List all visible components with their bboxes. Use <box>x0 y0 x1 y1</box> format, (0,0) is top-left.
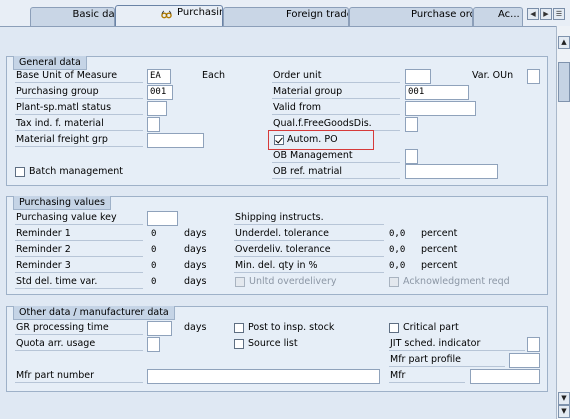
base-uom-label: Base Unit of Measure <box>15 69 143 83</box>
quota-arr-usage-input[interactable] <box>147 337 160 352</box>
valid-from-label: Valid from <box>272 101 400 115</box>
underdel-tolerance-value: 0,0 <box>389 229 406 239</box>
valid-from-input[interactable] <box>405 101 476 116</box>
source-list-label: Source list <box>248 338 298 349</box>
var-oun-input[interactable] <box>527 69 540 84</box>
material-group-input[interactable]: 001 <box>405 85 469 100</box>
scroll-end-button[interactable]: ▼ <box>558 405 570 418</box>
min-del-qty-label: Min. del. qty in % <box>234 259 384 273</box>
percent-unit: percent <box>421 260 458 271</box>
reminder-1-value: 0 <box>151 229 157 239</box>
reminder-3-label: Reminder 3 <box>15 259 143 273</box>
tab-purchasing[interactable]: Purchasing <box>115 5 223 26</box>
mfr-label: Mfr <box>389 369 465 383</box>
tax-ind-label: Tax ind. f. material <box>15 117 143 131</box>
gr-processing-time-label: GR processing time <box>15 321 143 335</box>
section-title: Purchasing values <box>13 196 111 210</box>
critical-part-checkbox[interactable] <box>389 323 399 333</box>
freight-grp-label: Material freight grp <box>15 133 143 147</box>
post-to-insp-stock-checkbox[interactable] <box>234 323 244 333</box>
batch-management-checkbox[interactable] <box>15 167 25 177</box>
scroll-up-button[interactable]: ▲ <box>558 36 570 49</box>
source-list-checkbox[interactable] <box>234 339 244 349</box>
qual-free-goods-input[interactable] <box>405 117 418 132</box>
purchasing-value-key-input[interactable] <box>147 211 178 226</box>
section-title: General data <box>13 56 87 70</box>
autom-po-label: Autom. PO <box>287 134 338 145</box>
mfr-part-number-input[interactable] <box>147 369 380 384</box>
section-title: Other data / manufacturer data <box>13 306 175 320</box>
material-group-label: Material group <box>272 85 400 99</box>
underdel-tolerance-label: Underdel. tolerance <box>234 227 384 241</box>
vertical-scrollbar[interactable]: ▲ ▼ ▼ <box>556 26 570 419</box>
acknowledgment-reqd-label: Acknowledgment reqd <box>403 276 510 287</box>
reminder-1-label: Reminder 1 <box>15 227 143 241</box>
days-unit: days <box>184 260 207 271</box>
tab-purchase-order-text[interactable]: Purchase order text <box>349 7 473 26</box>
tab-list-button[interactable]: ☰ <box>553 8 565 20</box>
tab-foreign-trade-import[interactable]: Foreign trade import <box>223 7 349 26</box>
min-del-qty-value: 0,0 <box>389 261 406 271</box>
reminder-2-label: Reminder 2 <box>15 243 143 257</box>
mfr-part-profile-input[interactable] <box>509 353 540 368</box>
unltd-overdelivery-checkbox[interactable] <box>235 277 245 287</box>
jit-sched-indicator-input[interactable] <box>527 337 540 352</box>
days-unit: days <box>184 322 207 333</box>
tab-more[interactable]: Ac... <box>473 7 523 26</box>
glasses-icon <box>161 10 172 18</box>
ob-ref-input[interactable] <box>405 164 498 179</box>
var-oun-label: Var. OUn <box>472 70 514 81</box>
plant-status-label: Plant-sp.matl status <box>15 101 143 115</box>
shipping-instructs-label: Shipping instructs. <box>234 211 384 225</box>
overdeliv-tolerance-value: 0,0 <box>389 245 406 255</box>
post-to-insp-stock-label: Post to insp. stock <box>248 322 335 333</box>
tab-scroll-right-button[interactable]: ▶ <box>540 8 552 20</box>
purchasing-value-key-label: Purchasing value key <box>15 211 143 225</box>
std-del-time-value: 0 <box>151 277 157 287</box>
ob-management-input[interactable] <box>405 149 418 164</box>
tax-ind-input[interactable] <box>147 117 160 132</box>
order-unit-label: Order unit <box>272 69 400 83</box>
overdeliv-tolerance-label: Overdeliv. tolerance <box>234 243 384 257</box>
base-uom-input[interactable]: EA <box>147 69 171 84</box>
qual-free-goods-label: Qual.f.FreeGoodsDis. <box>272 117 400 131</box>
ob-management-label: OB Management <box>272 149 400 163</box>
quota-arr-usage-label: Quota arr. usage <box>15 337 143 351</box>
base-uom-text: Each <box>202 70 226 81</box>
std-del-time-label: Std del. time var. <box>15 275 143 289</box>
critical-part-label: Critical part <box>403 322 459 333</box>
percent-unit: percent <box>421 228 458 239</box>
mfr-part-number-label: Mfr part number <box>15 369 143 383</box>
days-unit: days <box>184 276 207 287</box>
acknowledgment-reqd-checkbox[interactable] <box>389 277 399 287</box>
order-unit-input[interactable] <box>405 69 431 84</box>
freight-grp-input[interactable] <box>147 133 204 148</box>
scroll-down-button[interactable]: ▼ <box>558 392 570 405</box>
tab-basic-data-2[interactable]: Basic data 2 <box>30 7 115 26</box>
unltd-overdelivery-label: Unltd overdelivery <box>249 276 337 287</box>
mfr-part-profile-label: Mfr part profile <box>389 353 505 367</box>
percent-unit: percent <box>421 244 458 255</box>
ob-ref-label: OB ref. matrial <box>272 165 400 179</box>
batch-management-label: Batch management <box>29 166 123 177</box>
tab-strip: Basic data 2 Purchasing Foreign trade im… <box>0 0 570 26</box>
autom-po-checkbox[interactable] <box>274 135 284 145</box>
days-unit: days <box>184 244 207 255</box>
plant-status-input[interactable] <box>147 101 167 116</box>
gr-processing-time-input[interactable] <box>147 321 172 336</box>
reminder-2-value: 0 <box>151 245 157 255</box>
tab-scroll-left-button[interactable]: ◀ <box>527 8 539 20</box>
mfr-input[interactable] <box>470 369 540 384</box>
reminder-3-value: 0 <box>151 261 157 271</box>
days-unit: days <box>184 228 207 239</box>
scroll-thumb[interactable] <box>558 62 570 102</box>
purchasing-group-label: Purchasing group <box>15 85 143 99</box>
jit-sched-indicator-label: JIT sched. indicator <box>389 337 525 351</box>
purchasing-group-input[interactable]: 001 <box>147 85 173 100</box>
